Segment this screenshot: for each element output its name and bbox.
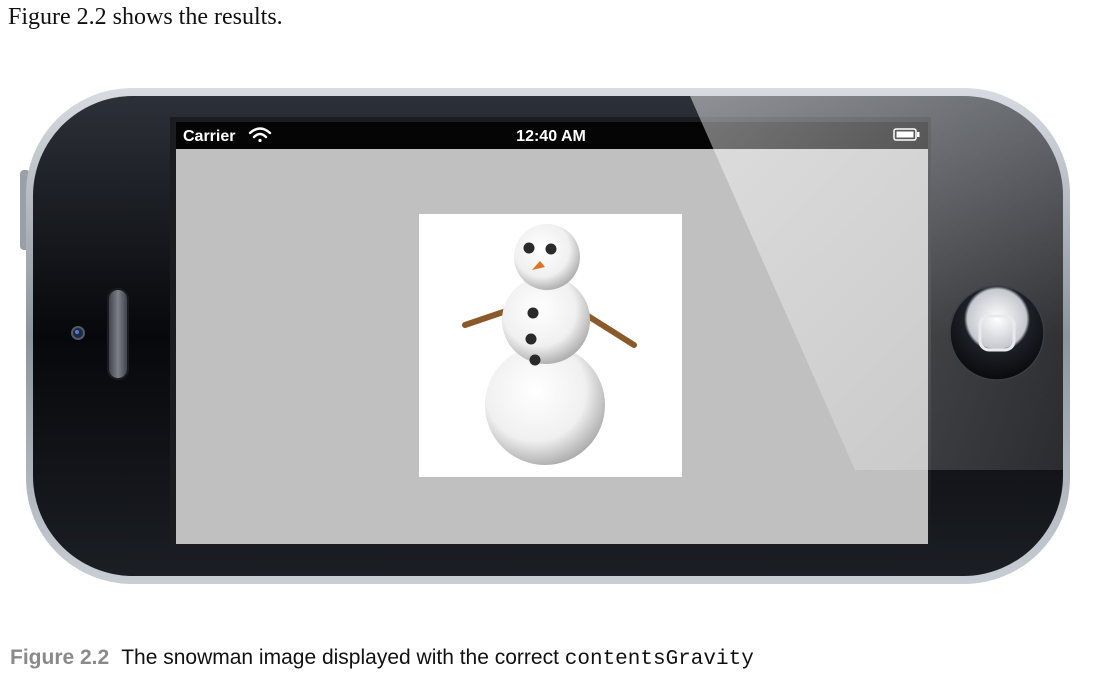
snowman-button (527, 307, 539, 319)
snowman-left-eye (523, 242, 535, 254)
snowman-right-eye (545, 243, 557, 255)
iphone-figure: Carrier 12:40 AM (0, 0, 1100, 620)
carrier-label: Carrier (183, 128, 235, 145)
figure-caption: Figure 2.2 The snowman image displayed wi… (10, 646, 754, 671)
snowman-head (514, 224, 580, 290)
snowman-button (525, 333, 537, 345)
caption-text: The snowman image displayed with the cor… (121, 646, 559, 669)
iphone-illustration: Carrier 12:40 AM (20, 88, 1070, 584)
snowman-button (529, 354, 541, 366)
home-button-icon[interactable] (949, 285, 1045, 381)
earpiece-speaker (107, 288, 129, 380)
status-time: 12:40 AM (516, 128, 586, 145)
figure-label: Figure 2.2 (10, 646, 110, 669)
caption-code: contentsGravity (564, 648, 754, 671)
